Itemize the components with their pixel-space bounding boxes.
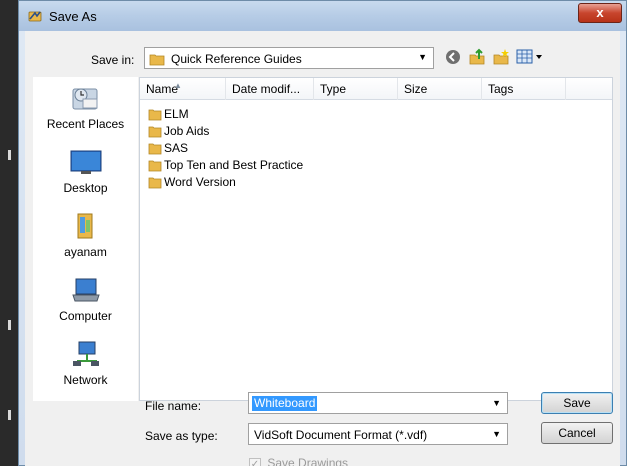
save-as-type-label: Save as type: <box>145 429 218 443</box>
save-in-dropdown[interactable]: Quick Reference Guides ▼ <box>144 47 434 69</box>
window-title: Save As <box>49 9 97 24</box>
column-tags[interactable]: Tags <box>482 78 566 100</box>
close-button[interactable]: x <box>578 3 622 23</box>
file-name-input[interactable]: Whiteboard ▼ <box>248 392 508 414</box>
up-folder-icon[interactable] <box>467 47 487 67</box>
places-bar: Recent Places Desktop ayanam Computer Ne… <box>33 77 138 401</box>
save-drawings-label: Save Drawings <box>267 456 349 466</box>
save-as-dialog: Save As x Save in: Quick Reference Guide… <box>18 0 627 466</box>
column-date-modified[interactable]: Date modif... <box>226 78 314 100</box>
chevron-down-icon[interactable]: ▼ <box>492 398 501 408</box>
save-in-value: Quick Reference Guides <box>171 52 302 66</box>
place-label: ayanam <box>64 245 107 259</box>
save-as-type-value: VidSoft Document Format (*.vdf) <box>254 428 428 442</box>
column-header: ▲ Name Date modif... Type Size Tags <box>140 78 612 100</box>
save-button[interactable]: Save <box>541 392 613 414</box>
user-folder-icon <box>77 213 92 239</box>
place-label: Network <box>63 373 108 387</box>
folder-icon <box>148 160 162 172</box>
sort-ascending-icon: ▲ <box>174 81 182 90</box>
recent-places-icon <box>72 88 97 110</box>
column-size[interactable]: Size <box>398 78 482 100</box>
cancel-button[interactable]: Cancel <box>541 422 613 444</box>
save-in-label: Save in: <box>91 53 135 67</box>
place-ayanam[interactable]: ayanam <box>33 211 138 259</box>
place-label: Computer <box>59 309 112 323</box>
column-type[interactable]: Type <box>314 78 398 100</box>
checkmark-icon: ✓ <box>249 457 261 466</box>
chevron-down-icon[interactable]: ▼ <box>492 429 501 439</box>
chevron-down-icon: ▼ <box>418 52 427 62</box>
close-icon: x <box>596 5 604 20</box>
folder-icon <box>149 54 165 66</box>
computer-icon <box>71 278 100 302</box>
folder-icon <box>148 126 162 138</box>
background-strip <box>0 0 18 466</box>
folder-icon <box>148 109 162 121</box>
place-label: Recent Places <box>46 117 125 131</box>
title-bar[interactable]: Save As x <box>19 1 626 31</box>
folder-icon <box>148 177 162 189</box>
views-menu-icon[interactable] <box>515 47 545 67</box>
app-icon <box>28 11 42 22</box>
network-icon <box>72 341 99 366</box>
new-folder-icon[interactable] <box>491 47 511 67</box>
background-mark <box>8 410 11 420</box>
back-icon[interactable] <box>443 47 463 67</box>
place-network[interactable]: Network <box>33 339 138 387</box>
file-name-label: File name: <box>145 399 202 413</box>
file-name-value[interactable]: Whiteboard <box>252 396 318 411</box>
save-drawings-checkbox[interactable]: ✓ Save Drawings <box>249 456 348 466</box>
file-list[interactable]: ▲ Name Date modif... Type Size Tags ELM … <box>139 77 613 401</box>
place-desktop[interactable]: Desktop <box>33 147 138 195</box>
dialog-body: Save in: Quick Reference Guides ▼ Recent… <box>25 31 620 466</box>
place-recent-places[interactable]: Recent Places <box>33 83 138 131</box>
save-as-type-dropdown[interactable]: VidSoft Document Format (*.vdf) ▼ <box>248 423 508 445</box>
background-mark <box>8 320 11 330</box>
desktop-icon <box>70 150 101 174</box>
place-label: Desktop <box>63 181 108 195</box>
place-computer[interactable]: Computer <box>33 275 138 323</box>
background-mark <box>8 150 11 160</box>
folder-icon <box>148 143 162 155</box>
column-name[interactable]: ▲ Name <box>140 78 226 100</box>
